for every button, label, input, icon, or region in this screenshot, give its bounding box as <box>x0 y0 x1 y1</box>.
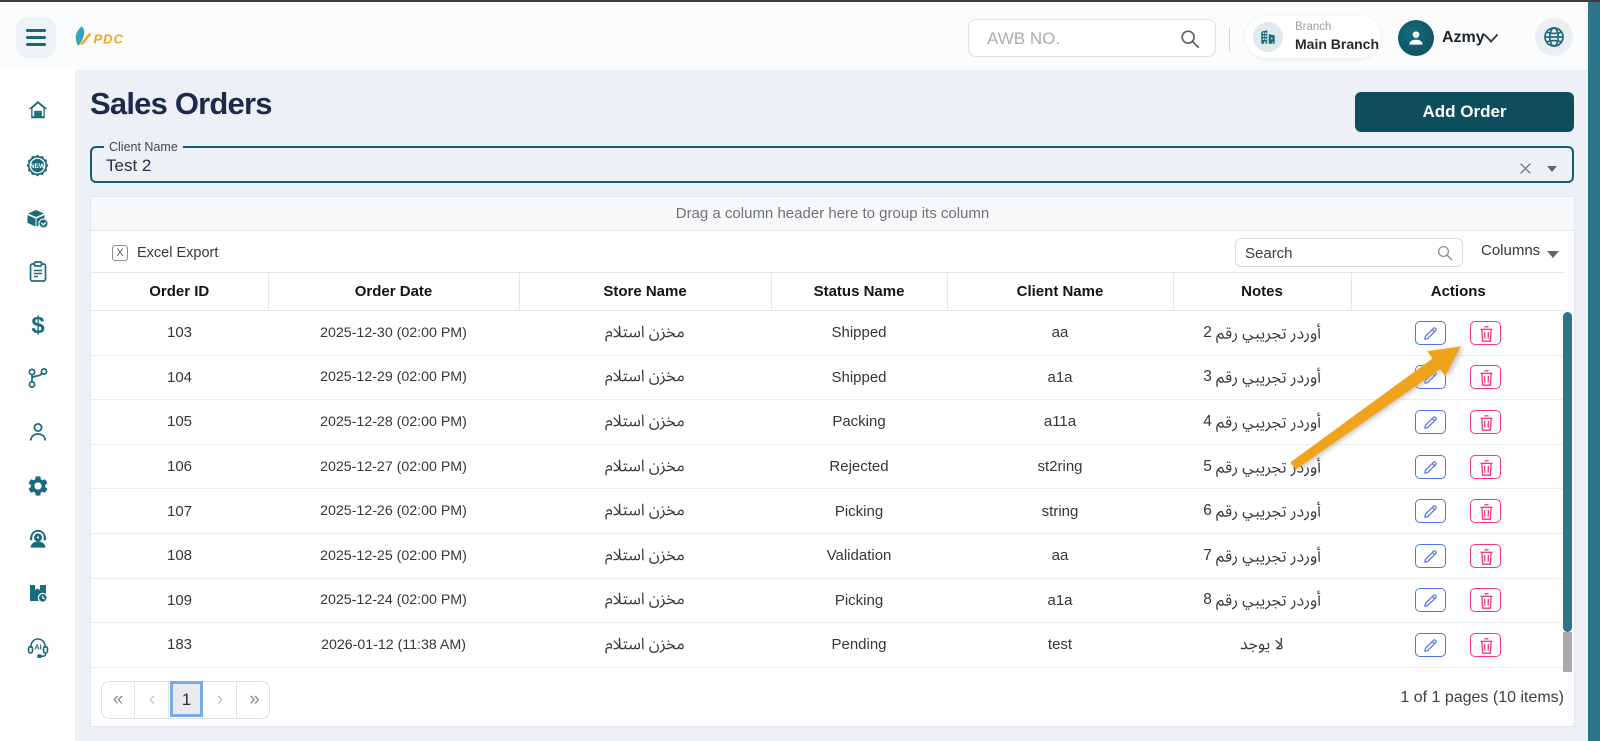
svg-text:$: $ <box>31 312 45 338</box>
svg-text:AI: AI <box>34 643 42 652</box>
svg-text:PDC: PDC <box>94 32 124 47</box>
svg-text:NEW: NEW <box>30 163 46 170</box>
